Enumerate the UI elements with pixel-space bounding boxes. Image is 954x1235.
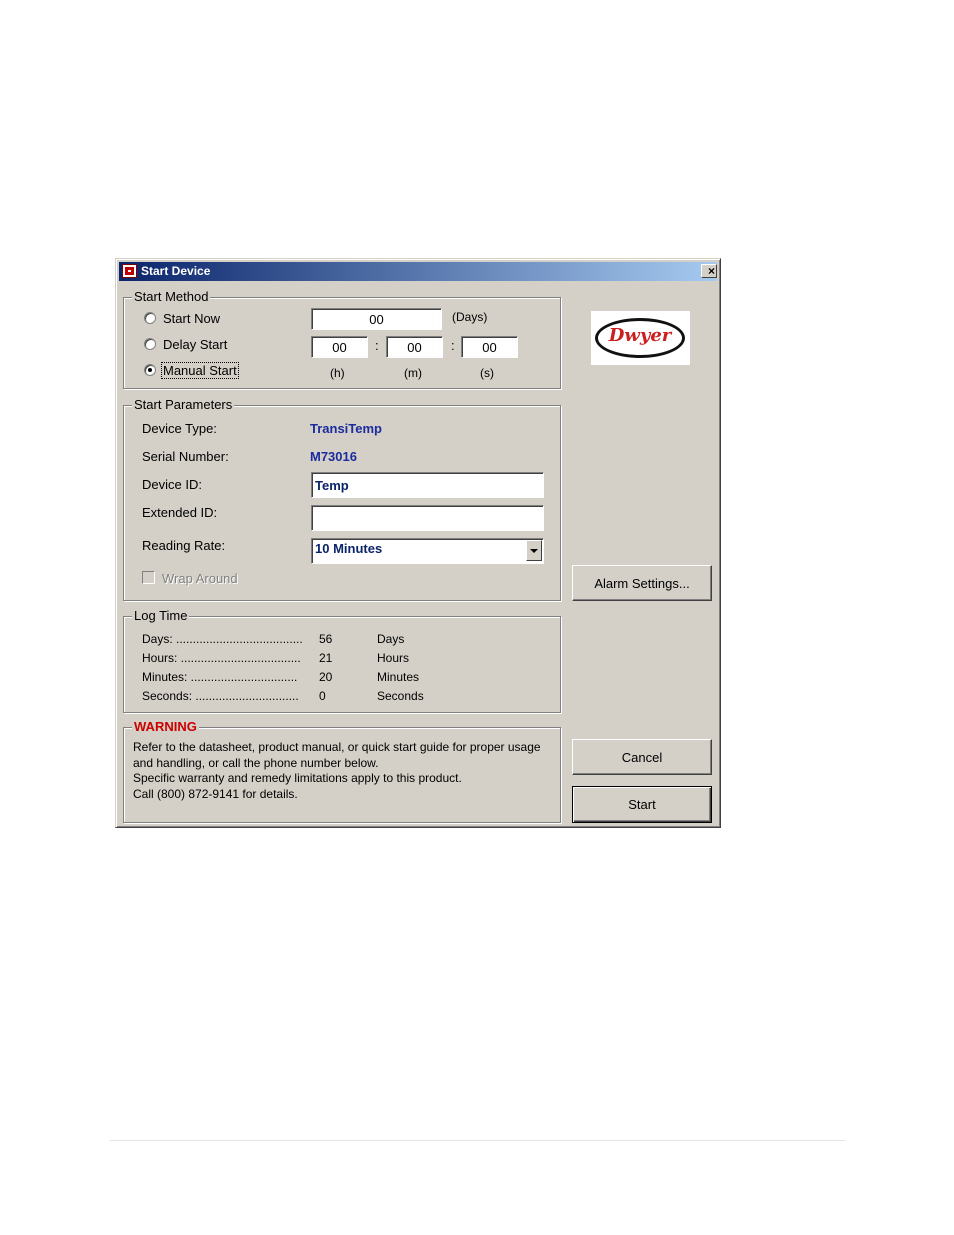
- log-hours-unit: Hours: [377, 651, 410, 665]
- log-seconds-value: 0: [319, 689, 326, 703]
- log-minutes-value: 20: [319, 670, 333, 684]
- manual-start-label[interactable]: Manual Start: [161, 362, 239, 379]
- device-id-input[interactable]: [311, 472, 544, 498]
- start-method-group: Start Method Start Now Delay Start Manua…: [123, 289, 561, 389]
- log-time-group: Log Time Days: .........................…: [123, 608, 561, 713]
- start-label: Start: [628, 797, 656, 812]
- log-time-legend: Log Time: [132, 608, 190, 623]
- log-days-label: Days: ..................................…: [142, 632, 303, 646]
- device-id-label: Device ID:: [142, 477, 202, 492]
- extended-id-label: Extended ID:: [142, 505, 218, 520]
- close-button[interactable]: ×: [701, 264, 717, 278]
- hours-input[interactable]: [311, 336, 368, 358]
- logo-oval: Dwyer: [595, 318, 685, 358]
- log-minutes-unit: Minutes: [377, 670, 420, 684]
- page-divider: [110, 1140, 845, 1141]
- days-input[interactable]: [311, 308, 442, 330]
- device-type-label: Device Type:: [142, 421, 217, 436]
- wrap-around-label[interactable]: Wrap Around: [162, 571, 238, 586]
- title-bar[interactable]: Start Device ×: [119, 262, 717, 281]
- log-hours-value: 21: [319, 651, 333, 665]
- colon-separator: :: [451, 338, 455, 353]
- chevron-down-icon[interactable]: [526, 540, 542, 561]
- start-method-legend: Start Method: [132, 289, 211, 304]
- warning-line: Refer to the datasheet, product manual, …: [133, 740, 541, 754]
- minutes-unit: (m): [404, 366, 422, 380]
- logo-text: Dwyer: [608, 325, 672, 346]
- start-now-radio[interactable]: [144, 312, 156, 324]
- start-now-label[interactable]: Start Now: [163, 311, 220, 326]
- log-seconds-unit: Seconds: [377, 689, 424, 703]
- alarm-settings-label: Alarm Settings...: [594, 575, 690, 591]
- extended-id-input[interactable]: [311, 505, 544, 531]
- hours-unit: (h): [330, 366, 345, 380]
- cancel-button[interactable]: Cancel: [572, 739, 712, 775]
- log-seconds-label: Seconds: ...............................: [142, 689, 299, 703]
- start-device-dialog: Start Device × Start Method Start Now De…: [115, 258, 721, 828]
- seconds-unit: (s): [480, 366, 494, 380]
- seconds-input[interactable]: [461, 336, 518, 358]
- start-button[interactable]: Start: [572, 786, 712, 823]
- warning-group: WARNING Refer to the datasheet, product …: [123, 719, 561, 823]
- log-days-unit: Days: [377, 632, 405, 646]
- reading-rate-label: Reading Rate:: [142, 538, 226, 553]
- warning-line: Call (800) 872-9141 for details.: [133, 786, 298, 801]
- warning-line: Specific warranty and remedy limitations…: [133, 771, 462, 785]
- start-parameters-group: Start Parameters Device Type: TransiTemp…: [123, 397, 561, 601]
- warning-text: Refer to the datasheet, product manual, …: [133, 740, 558, 802]
- warning-line: and handling, or call the phone number b…: [133, 755, 379, 770]
- serial-number-value: M73016: [310, 449, 357, 464]
- serial-number-label: Serial Number:: [142, 449, 229, 464]
- window-title: Start Device: [141, 264, 211, 278]
- cancel-label: Cancel: [621, 749, 663, 765]
- warning-legend: WARNING: [132, 719, 199, 734]
- days-unit: (Days): [452, 310, 488, 324]
- colon-separator: :: [375, 338, 379, 353]
- app-icon: [122, 264, 137, 278]
- alarm-settings-button[interactable]: Alarm Settings...: [572, 565, 712, 601]
- delay-start-radio[interactable]: [144, 338, 156, 350]
- manual-start-radio[interactable]: [144, 364, 156, 376]
- reading-rate-select[interactable]: 10 Minutes: [311, 538, 544, 564]
- log-days-value: 56: [319, 632, 333, 646]
- delay-start-label[interactable]: Delay Start: [163, 337, 227, 352]
- reading-rate-value: 10 Minutes: [315, 541, 383, 556]
- log-minutes-label: Minutes: ...............................…: [142, 670, 298, 684]
- log-hours-label: Hours: .................................…: [142, 651, 301, 665]
- device-type-value: TransiTemp: [310, 421, 383, 436]
- minutes-input[interactable]: [386, 336, 443, 358]
- start-parameters-legend: Start Parameters: [132, 397, 235, 412]
- wrap-around-checkbox[interactable]: [142, 571, 155, 584]
- dwyer-logo: Dwyer: [591, 311, 690, 365]
